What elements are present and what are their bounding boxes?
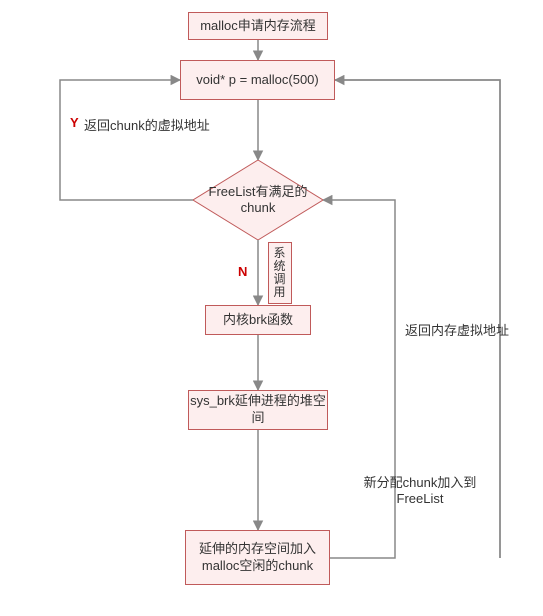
node-sys-brk: sys_brk延伸进程的堆空间 [188,390,328,430]
node-extend-chunk: 延伸的内存空间加入malloc空闲的chunk [185,530,330,585]
flowchart-canvas: malloc申请内存流程 void* p = malloc(500) FreeL… [0,0,543,616]
node-malloc-call-label: void* p = malloc(500) [196,72,318,89]
label-new-chunk: 新分配chunk加入到 FreeList [350,472,490,506]
label-branch-no: N [238,264,247,279]
node-decision-label: FreeList有满足的chunk [193,184,323,215]
label-new-chunk-text: 新分配chunk加入到 FreeList [364,475,477,506]
node-syscall-tag: 系统调用 [268,242,292,304]
node-malloc-call: void* p = malloc(500) [180,60,335,100]
label-return-mem: 返回内存虚拟地址 [405,320,509,339]
node-decision-freelist: FreeList有满足的chunk [193,160,323,240]
node-sys-brk-label: sys_brk延伸进程的堆空间 [189,393,327,427]
node-kernel-brk: 内核brk函数 [205,305,311,335]
label-branch-yes-text: Y [70,115,79,130]
label-return-chunk-text: 返回chunk的虚拟地址 [84,118,210,133]
label-branch-yes: Y [70,115,79,130]
node-extend-chunk-label: 延伸的内存空间加入malloc空闲的chunk [186,541,329,575]
node-title: malloc申请内存流程 [188,12,328,40]
label-return-chunk: 返回chunk的虚拟地址 [84,115,210,134]
node-syscall-tag-label: 系统调用 [273,247,287,300]
node-kernel-brk-label: 内核brk函数 [223,312,293,329]
label-branch-no-text: N [238,264,247,279]
label-return-mem-text: 返回内存虚拟地址 [405,323,509,338]
node-title-label: malloc申请内存流程 [200,18,316,35]
